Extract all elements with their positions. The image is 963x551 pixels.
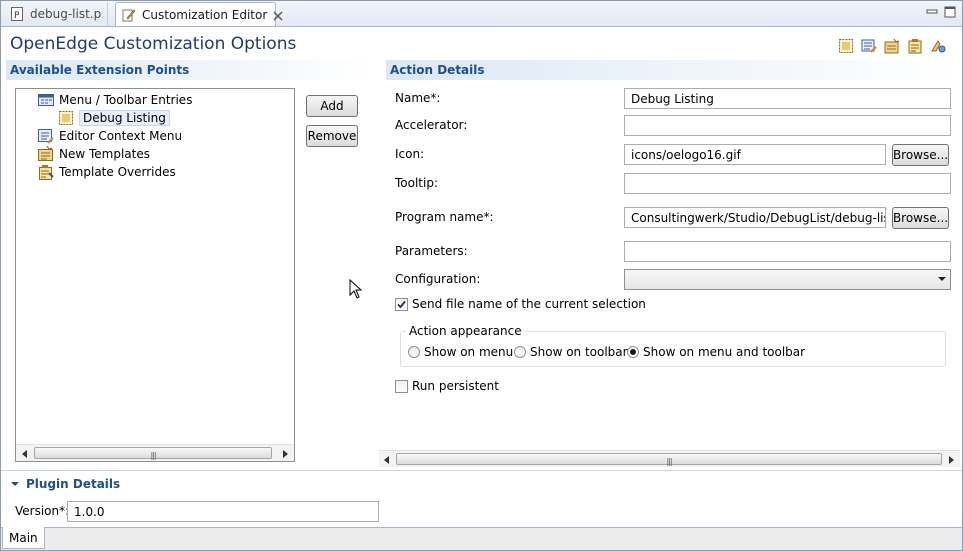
parameters-field[interactable] [624, 241, 951, 262]
tree-item-new-templates[interactable]: New Templates [38, 145, 150, 162]
browse-program-button[interactable]: Browse... [892, 207, 949, 229]
add-button[interactable]: Add [306, 95, 358, 117]
run-persistent-label: Run persistent [412, 379, 499, 393]
radio-show-on-menu[interactable]: Show on menu [408, 345, 513, 359]
icon-label: Icon: [395, 147, 425, 161]
close-icon[interactable] [273, 10, 283, 20]
send-file-label: Send file name of the current selection [412, 297, 646, 311]
tree-item-label: Editor Context Menu [59, 128, 183, 143]
tooltip-field[interactable] [624, 173, 951, 194]
tree-item-editor-context-menu[interactable]: Editor Context Menu [38, 127, 182, 144]
new-templates-icon [38, 145, 54, 162]
radio-label: Show on menu and toolbar [643, 345, 806, 359]
plugin-details-heading[interactable]: Plugin Details [10, 474, 120, 494]
toolbar-context-menu-icon[interactable] [861, 38, 877, 54]
svg-text:P: P [14, 11, 20, 21]
tab-debug-list[interactable]: P debug-list.p [4, 2, 109, 26]
menu-toolbar-icon [38, 92, 54, 108]
tree-item-label: Menu / Toolbar Entries [59, 92, 193, 107]
radio-button[interactable] [627, 346, 639, 358]
tab-label: debug-list.p [30, 7, 102, 21]
browse-icon-button[interactable]: Browse... [892, 144, 949, 166]
run-persistent-checkbox[interactable] [395, 379, 408, 393]
radio-label: Show on menu [424, 345, 514, 359]
maximize-icon[interactable] [944, 6, 956, 18]
scrollbar-thumb[interactable]: ||| [396, 453, 942, 466]
details-horizontal-scrollbar[interactable]: ||| [379, 450, 960, 467]
parameters-label: Parameters: [395, 244, 468, 258]
scroll-right-icon[interactable] [280, 448, 290, 458]
icon-field[interactable]: icons/oelogo16.gif [624, 144, 886, 165]
toolbar-new-template-icon[interactable] [884, 38, 900, 54]
tab-customization-editor[interactable]: Customization Editor [115, 2, 283, 26]
toolbar-export-icon[interactable] [930, 38, 946, 54]
tooltip-label: Tooltip: [395, 176, 439, 190]
tree-item-label: Template Overrides [59, 164, 176, 179]
radio-label: Show on toolbar [530, 345, 628, 359]
debug-listing-icon [58, 110, 74, 126]
toolbar-menu-entry-icon[interactable] [838, 38, 854, 54]
customization-editor-icon [122, 8, 136, 22]
name-label: Name*: [395, 91, 441, 105]
radio-show-on-menu-and-toolbar[interactable]: Show on menu and toolbar [627, 345, 805, 359]
mouse-cursor-icon [349, 278, 363, 299]
scrollbar-thumb[interactable]: ||| [34, 447, 272, 460]
tree-horizontal-scrollbar[interactable]: ||| [16, 444, 294, 461]
radio-button[interactable] [514, 346, 526, 358]
program-name-label: Program name*: [395, 210, 494, 224]
bottom-tab-bar [1, 527, 962, 550]
configuration-label: Configuration: [395, 272, 481, 286]
tab-label: Customization Editor [142, 7, 268, 22]
configuration-select[interactable] [624, 269, 951, 290]
radio-show-on-toolbar[interactable]: Show on toolbar [514, 345, 628, 359]
radio-button[interactable] [408, 346, 420, 358]
form-toolbar [838, 38, 946, 54]
section-divider [1, 470, 962, 471]
scroll-left-icon[interactable] [382, 454, 392, 464]
tab-main[interactable]: Main [2, 527, 45, 549]
form-title: OpenEdge Customization Options [10, 34, 297, 54]
tree-item-label: New Templates [59, 146, 150, 161]
send-file-option[interactable]: Send file name of the current selection [395, 297, 646, 311]
send-file-checkbox[interactable] [395, 297, 408, 311]
tree-item-template-overrides[interactable]: Template Overrides [38, 163, 176, 180]
collapse-chevron-icon[interactable] [10, 479, 20, 489]
accelerator-label: Accelerator: [395, 118, 468, 132]
version-label: Version*: [15, 504, 70, 518]
extension-points-tree[interactable]: Menu / Toolbar Entries Debug Listing Edi… [15, 88, 295, 462]
tree-item-label: Debug Listing [79, 109, 170, 126]
program-name-field[interactable]: Consultingwerk/Studio/DebugList/debug-li… [624, 207, 886, 228]
name-field[interactable]: Debug Listing [624, 88, 951, 109]
template-overrides-icon [38, 164, 54, 180]
minimize-icon[interactable] [926, 6, 938, 18]
version-field[interactable]: 1.0.0 [67, 501, 379, 522]
extension-points-heading: Available Extension Points [6, 60, 374, 80]
tree-item-debug-listing[interactable]: Debug Listing [58, 109, 170, 126]
scroll-left-icon[interactable] [20, 448, 30, 458]
remove-button[interactable]: Remove [306, 125, 358, 147]
plugin-details-label: Plugin Details [26, 477, 121, 491]
p-file-icon: P [10, 7, 24, 21]
tree-item-menu-toolbar-entries[interactable]: Menu / Toolbar Entries [38, 91, 192, 108]
toolbar-template-override-icon[interactable] [907, 38, 923, 54]
editor-context-menu-icon [38, 128, 54, 144]
chevron-down-icon [937, 273, 947, 287]
scroll-right-icon[interactable] [946, 454, 956, 464]
action-details-heading: Action Details [386, 60, 960, 80]
accelerator-field[interactable] [624, 115, 951, 136]
action-appearance-legend: Action appearance [406, 324, 525, 338]
run-persistent-option[interactable]: Run persistent [395, 379, 499, 393]
